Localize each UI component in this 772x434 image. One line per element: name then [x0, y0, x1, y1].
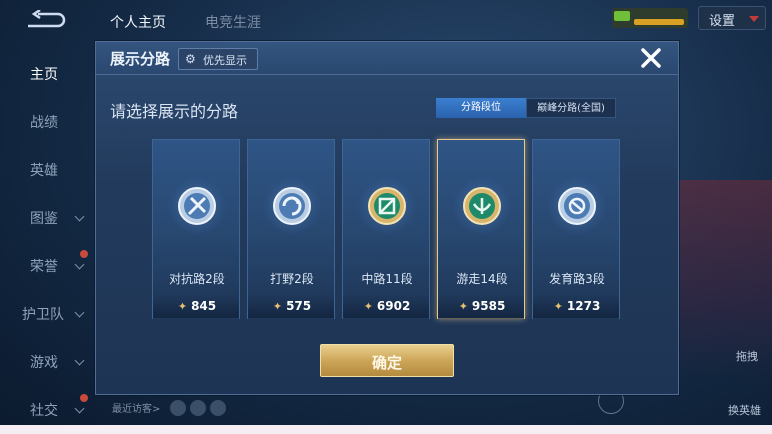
sidebar-item-label: 荣誉: [30, 259, 58, 275]
chevron-down-icon: [74, 211, 85, 222]
currency-icon: [614, 11, 630, 21]
lane-score: ✦ 6902: [343, 299, 431, 313]
lane-rank-label: 游走14段: [456, 272, 508, 286]
dialog-subtitle: 请选择展示的分路: [110, 102, 239, 121]
lane-score: ✦ 575: [248, 299, 336, 313]
priority-display-button[interactable]: ⚙ 优先显示: [178, 48, 258, 70]
lane-card-clash[interactable]: 对抗路2段 ✦ 845: [152, 139, 240, 319]
lane-card-jungle[interactable]: 打野2段 ✦ 575: [247, 139, 335, 319]
lane-display-dialog: 展示分路 ⚙ 优先显示 请选择展示的分路 分路段位 巅峰分路(全国) 对抗路2段…: [95, 41, 679, 395]
sidebar-item-heroes[interactable]: 英雄: [0, 154, 92, 184]
back-icon[interactable]: [24, 8, 68, 30]
settings-label: 设置: [709, 14, 736, 29]
segment-peak-lane[interactable]: 巅峰分路(全国): [526, 98, 616, 118]
jungle-emblem-icon: [272, 186, 312, 226]
lane-card-farm[interactable]: 发育路3段 ✦ 1273: [532, 139, 620, 319]
chevron-down-icon: [749, 16, 759, 22]
confirm-label: 确定: [371, 354, 402, 372]
tab-esports-career[interactable]: 电竞生涯: [205, 12, 261, 32]
close-button[interactable]: [638, 45, 664, 71]
dialog-title: 展示分路: [110, 50, 171, 68]
sidebar-item-label: 护卫队: [22, 307, 64, 323]
lane-card-roam[interactable]: 游走14段 ✦ 9585: [437, 139, 525, 319]
segment-lane-rank[interactable]: 分路段位: [436, 98, 526, 118]
lane-rank-label: 发育路3段: [549, 272, 605, 286]
drag-label: 拖拽: [736, 350, 758, 363]
lane-rank-label: 打野2段: [270, 272, 314, 286]
farm-lane-emblem-icon: [557, 186, 597, 226]
chevron-down-icon: [74, 259, 85, 270]
sidebar-item-label: 主页: [30, 67, 58, 83]
priority-display-label: 优先显示: [203, 54, 247, 67]
bottom-strip: [0, 425, 772, 434]
lane-score-value: 1273: [566, 299, 601, 313]
lane-segment-control: 分路段位 巅峰分路(全国): [436, 98, 616, 118]
lane-score: ✦ 845: [153, 299, 241, 313]
sidebar-item-label: 游戏: [30, 355, 58, 371]
lane-score: ✦ 1273: [533, 299, 621, 313]
sidebar-item-guard-team[interactable]: 护卫队: [0, 298, 92, 328]
sidebar-item-label: 英雄: [30, 163, 58, 179]
score-icon: ✦: [272, 300, 283, 313]
avatar[interactable]: [210, 400, 226, 416]
score-icon: ✦: [553, 300, 563, 313]
lane-score-value: 575: [286, 299, 312, 313]
currency-bar: [634, 19, 684, 25]
lane-score: ✦ 9585: [438, 299, 526, 313]
chevron-down-icon: [74, 307, 85, 318]
lane-score-value: 9585: [471, 299, 506, 313]
sidebar-item-honor[interactable]: 荣誉: [0, 250, 92, 280]
lane-score-value: 845: [191, 299, 217, 313]
chevron-down-icon: [74, 355, 85, 366]
currency-badge: [612, 8, 688, 28]
sidebar-item-record[interactable]: 战绩: [0, 106, 92, 136]
score-icon: ✦: [458, 300, 468, 313]
confirm-button[interactable]: 确定: [320, 344, 454, 377]
recent-visitors-link[interactable]: 最近访客>: [112, 400, 160, 415]
sidebar-item-home[interactable]: 主页: [0, 58, 92, 88]
top-bar: 个人主页 电竞生涯 设置: [0, 0, 772, 40]
score-icon: ✦: [177, 300, 188, 313]
sidebar-item-label: 社交: [30, 403, 58, 419]
close-icon: [641, 48, 661, 68]
roam-emblem-icon: [462, 186, 502, 226]
lane-rank-label: 中路11段: [361, 272, 413, 286]
lane-rank-label: 对抗路2段: [169, 272, 225, 286]
lane-card-list: 对抗路2段 ✦ 845 打野2段 ✦ 575 中路11段 ✦ 6902 游走14…: [152, 139, 622, 321]
notification-dot: [80, 250, 88, 258]
sidebar-item-games[interactable]: 游戏: [0, 346, 92, 376]
change-hero-button[interactable]: 换英雄: [728, 402, 761, 418]
gear-icon: ⚙: [185, 52, 196, 66]
sidebar-item-social[interactable]: 社交: [0, 394, 92, 424]
avatar[interactable]: [170, 400, 186, 416]
sidebar-item-codex[interactable]: 图鉴: [0, 202, 92, 232]
lane-card-mid[interactable]: 中路11段 ✦ 6902: [342, 139, 430, 319]
chevron-down-icon: [74, 403, 85, 414]
sidebar-item-label: 战绩: [30, 115, 58, 131]
settings-button[interactable]: 设置: [698, 6, 766, 30]
visitor-avatars: [170, 400, 230, 420]
clash-lane-emblem-icon: [177, 186, 217, 226]
sidebar-item-label: 图鉴: [30, 211, 58, 227]
lane-score-value: 6902: [376, 299, 411, 313]
score-icon: ✦: [363, 300, 373, 313]
avatar[interactable]: [190, 400, 206, 416]
dialog-header: 展示分路 ⚙ 优先显示: [96, 42, 678, 75]
notification-dot: [80, 394, 88, 402]
sidebar-nav: 主页 战绩 英雄 图鉴 荣誉 护卫队 游戏 社交: [0, 44, 92, 434]
mid-lane-emblem-icon: [367, 186, 407, 226]
tab-personal-home[interactable]: 个人主页: [110, 12, 166, 32]
